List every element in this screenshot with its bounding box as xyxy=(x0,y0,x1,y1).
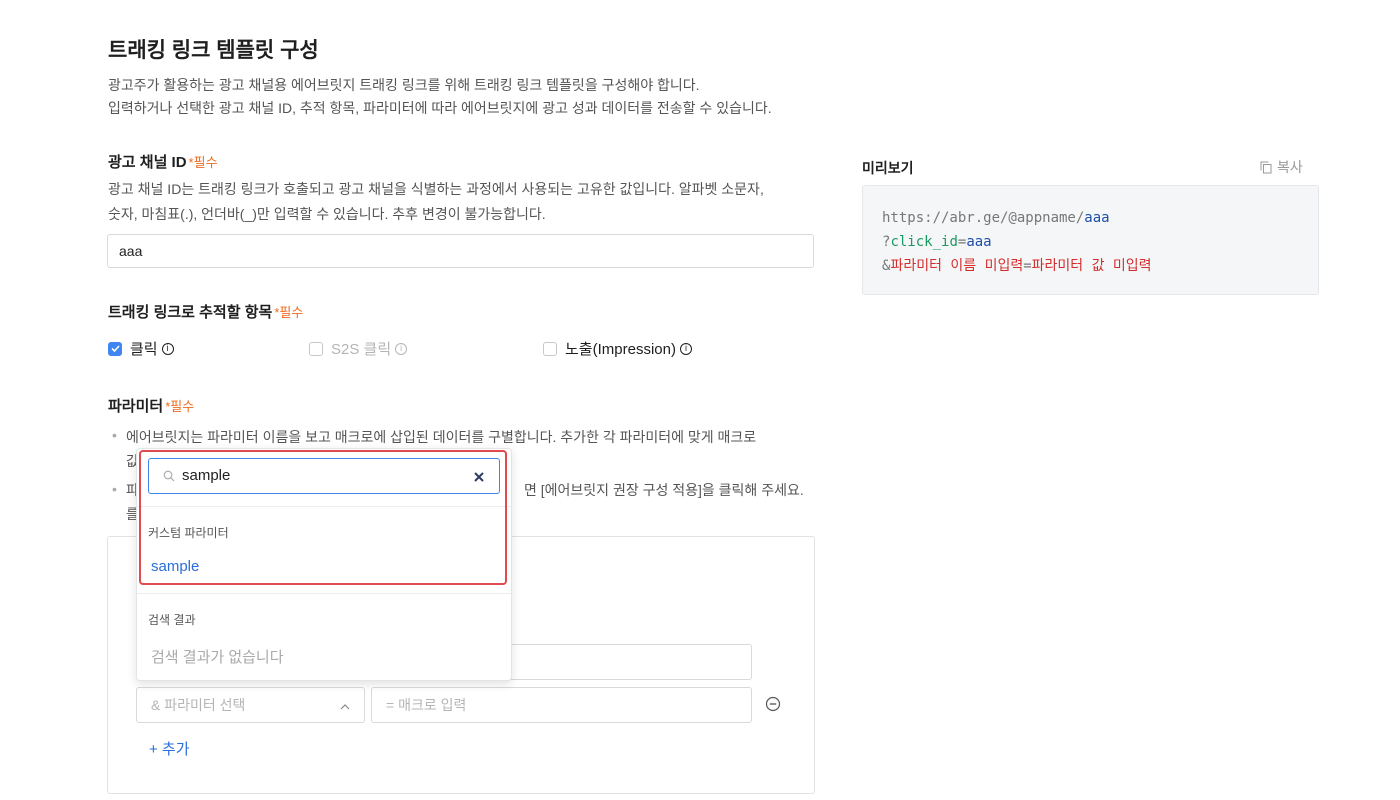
search-icon xyxy=(163,469,175,487)
custom-parameter-header: 커스텀 파라미터 xyxy=(148,526,229,540)
search-input-value: sample xyxy=(182,467,231,484)
page-description-line1: 광고주가 활용하는 광고 채널용 에어브릿지 트래킹 링크를 위해 트래킹 링크… xyxy=(108,77,700,93)
preview-param-key: 파라미터 이름 미입력 xyxy=(890,258,1024,274)
required-mark: *필수 xyxy=(188,155,218,170)
remove-row-icon[interactable] xyxy=(765,696,781,712)
info-icon[interactable]: i xyxy=(161,342,174,355)
channel-id-input[interactable]: aaa xyxy=(107,234,814,268)
parameters-bullet1-line1: 에어브릿지는 파라미터 이름을 보고 매크로에 삽입된 데이터를 구별합니다. … xyxy=(126,429,757,445)
tracking-option-label: 클릭 xyxy=(130,341,158,358)
bullet-dot: • xyxy=(112,481,117,497)
bullet-dot: • xyxy=(112,427,117,443)
add-parameter-button[interactable]: + 추가 xyxy=(149,738,190,759)
preview-box: https://abr.ge/@appname/aaa ?click_id=aa… xyxy=(862,185,1319,295)
tracking-option-label: S2S 클릭 xyxy=(331,341,392,358)
info-icon[interactable]: i xyxy=(679,342,692,355)
tracking-option-click[interactable]: 클릭 i xyxy=(108,338,174,359)
copy-label: 복사 xyxy=(1277,159,1303,175)
parameters-section-title: 파라미터 *필수 xyxy=(108,395,194,416)
preview-line1: https://abr.ge/@appname/aaa xyxy=(882,206,1299,230)
preview-equals: = xyxy=(1023,258,1032,274)
preview-line2: ?click_id=aaa xyxy=(882,230,1299,254)
channel-id-label: 광고 채널 ID xyxy=(108,154,187,171)
parameters-bullet2-line1-end: 면 [에어브릿지 권장 구성 적용]을 클릭해 주세요. xyxy=(524,482,804,498)
clear-icon[interactable] xyxy=(473,470,485,488)
tracking-section-title: 트래킹 링크로 추적할 항목 *필수 xyxy=(108,301,303,322)
tracking-option-impression[interactable]: 노출(Impression) i xyxy=(543,338,692,359)
preview-param-value: 파라미터 값 미입력 xyxy=(1031,258,1152,274)
channel-id-description-line2: 숫자, 마침표(.), 언더바(_)만 입력할 수 있습니다. 추후 변경이 불… xyxy=(108,206,546,222)
channel-id-section-title: 광고 채널 ID *필수 xyxy=(108,151,218,172)
checkbox-checked-icon[interactable] xyxy=(108,341,122,356)
preview-base-url: https://abr.ge/@appname/ xyxy=(882,210,1085,226)
page-title: 트래킹 링크 템플릿 구성 xyxy=(108,39,319,62)
preview-channel-id: aaa xyxy=(1084,210,1110,226)
channel-id-description-line1: 광고 채널 ID는 트래킹 링크가 호출되고 광고 채널을 식별하는 과정에서 … xyxy=(108,181,764,197)
parameters-label: 파라미터 xyxy=(108,398,164,415)
search-result-header: 검색 결과 xyxy=(148,613,196,627)
preview-click-value: aaa xyxy=(966,234,992,250)
checkbox-unchecked-icon[interactable] xyxy=(543,341,557,356)
required-mark: *필수 xyxy=(165,399,195,414)
preview-line3: &파라미터 이름 미입력=파라미터 값 미입력 xyxy=(882,254,1299,278)
tracking-option-s2s-click: S2S 클릭 i xyxy=(309,338,408,359)
custom-parameter-item[interactable]: sample xyxy=(151,558,199,575)
search-result-empty: 검색 결과가 없습니다 xyxy=(151,649,284,666)
tracking-label: 트래킹 링크로 추적할 항목 xyxy=(108,304,273,321)
parameter-select-row2[interactable]: & 파라미터 선택 xyxy=(136,687,365,723)
preview-title: 미리보기 xyxy=(862,160,914,176)
info-icon[interactable]: i xyxy=(395,342,408,355)
dropdown-divider xyxy=(137,506,511,507)
required-mark: *필수 xyxy=(274,305,304,320)
macro-input-row2[interactable]: = 매크로 입력 xyxy=(371,687,752,723)
tracking-option-label: 노출(Impression) xyxy=(565,341,676,358)
preview-click-key: click_id xyxy=(890,234,958,250)
copy-icon xyxy=(1260,161,1272,174)
page-description-line2: 입력하거나 선택한 광고 채널 ID, 추적 항목, 파라미터에 따라 에어브릿… xyxy=(108,100,772,116)
parameter-select-placeholder: & 파라미터 선택 xyxy=(151,697,246,713)
parameter-search-input[interactable]: sample xyxy=(148,458,500,494)
dropdown-divider xyxy=(137,593,511,594)
chevron-up-icon xyxy=(340,688,350,722)
copy-button[interactable]: 복사 xyxy=(1260,157,1303,177)
checkbox-disabled-icon xyxy=(309,341,323,356)
